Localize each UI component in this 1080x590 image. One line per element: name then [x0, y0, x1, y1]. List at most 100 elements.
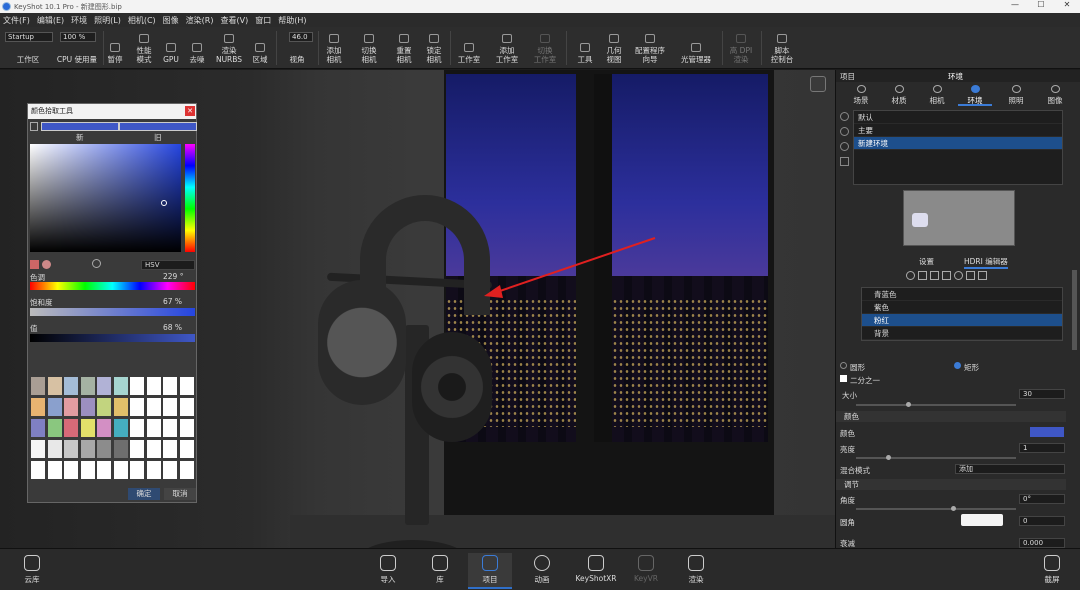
image-pin-icon[interactable]: [930, 271, 939, 280]
color-swatch-cell[interactable]: [46, 376, 63, 396]
import-button[interactable]: 导入: [366, 553, 410, 589]
tab-material[interactable]: 材质: [882, 84, 916, 106]
hue-value[interactable]: 229 °: [163, 272, 183, 281]
pause-button[interactable]: 暂停: [104, 27, 126, 69]
color-swatch-cell[interactable]: [63, 376, 79, 396]
wheel-mode-icon[interactable]: [42, 260, 51, 269]
color-swatch-cell[interactable]: [30, 439, 46, 459]
color-swatch-cell[interactable]: [178, 418, 195, 438]
color-swatch-cell[interactable]: [30, 418, 46, 438]
angle-slider-knob[interactable]: [951, 506, 956, 511]
menu-window[interactable]: 窗口: [255, 15, 271, 26]
brightness-slider-knob[interactable]: [886, 455, 891, 460]
menu-render[interactable]: 渲染(R): [186, 15, 214, 26]
viewport-settings-icon[interactable]: [810, 76, 826, 92]
color-swatch-cell[interactable]: [79, 418, 96, 438]
workspace-button[interactable]: 工作区: [10, 27, 46, 69]
color-swatch-cell[interactable]: [79, 439, 96, 459]
color-swatch-cell[interactable]: [46, 460, 63, 480]
high-dpi-render-button[interactable]: 高 DPI 渲染: [725, 27, 757, 69]
library-button[interactable]: 库: [418, 553, 462, 589]
palette-mode-icon[interactable]: [30, 260, 39, 269]
render-button[interactable]: 渲染: [674, 553, 718, 589]
angle-input[interactable]: 0°: [1019, 494, 1065, 504]
value-slider[interactable]: [30, 334, 195, 342]
color-swatch-cell[interactable]: [112, 439, 129, 459]
color-swatch-cell[interactable]: [145, 376, 162, 396]
menu-help[interactable]: 帮助(H): [278, 15, 306, 26]
env-item-main[interactable]: 主要: [854, 124, 1062, 137]
hue-slider[interactable]: [30, 282, 195, 290]
view-angle-button[interactable]: 视角: [283, 27, 311, 69]
switch-camera-button[interactable]: 切换 相机: [355, 27, 383, 69]
lock-camera-button[interactable]: 锁定 相机: [420, 27, 448, 69]
falloff-input[interactable]: 0.000: [1019, 538, 1065, 548]
color-swatch-cell[interactable]: [46, 397, 63, 417]
color-swatch-cell[interactable]: [129, 439, 145, 459]
duplicate-env-icon[interactable]: [840, 127, 849, 136]
pin-item-pink[interactable]: 粉红: [862, 314, 1062, 327]
keyshotxr-button[interactable]: KeyShotXR: [572, 553, 620, 589]
color-swatch-cell[interactable]: [129, 418, 145, 438]
adjust-section[interactable]: 调节: [836, 479, 1066, 490]
animation-button[interactable]: 动画: [520, 553, 564, 589]
menu-camera[interactable]: 相机(C): [128, 15, 156, 26]
menu-environment[interactable]: 环境: [71, 15, 87, 26]
color-swatch-cell[interactable]: [79, 460, 96, 480]
color-swatch-cell[interactable]: [112, 376, 129, 396]
color-swatch-cell[interactable]: [30, 460, 46, 480]
pin-item-purple[interactable]: 紫色: [862, 301, 1062, 314]
pin-item-background[interactable]: 背景: [862, 327, 1062, 340]
tab-lighting[interactable]: 照明: [999, 84, 1033, 106]
color-swatch-cell[interactable]: [145, 418, 162, 438]
color-swatch-cell[interactable]: [162, 376, 178, 396]
color-swatch-cell[interactable]: [145, 397, 162, 417]
tab-image[interactable]: 图像: [1038, 84, 1072, 106]
color-swatch-cell[interactable]: [30, 376, 46, 396]
saturation-value-field[interactable]: [30, 144, 181, 252]
env-item-default[interactable]: 默认: [854, 111, 1062, 124]
color-swatch-cell[interactable]: [63, 439, 79, 459]
size-slider[interactable]: [856, 404, 1016, 406]
maximize-button[interactable]: ☐: [1028, 0, 1054, 9]
reset-camera-button[interactable]: 重置 相机: [390, 27, 418, 69]
color-swatch-cell[interactable]: [145, 460, 162, 480]
color-swatch-cell[interactable]: [129, 376, 145, 396]
color-swatch-cell[interactable]: [112, 460, 129, 480]
color-swatch-cell[interactable]: [145, 439, 162, 459]
ok-button[interactable]: 确定: [128, 488, 160, 500]
menu-lighting[interactable]: 照明(L): [94, 15, 121, 26]
panel-scrollbar[interactable]: [1072, 270, 1077, 350]
menu-edit[interactable]: 编辑(E): [37, 15, 64, 26]
close-button[interactable]: ✕: [1054, 0, 1080, 9]
add-camera-button[interactable]: 添加 相机: [320, 27, 348, 69]
color-swatch-cell[interactable]: [178, 397, 195, 417]
tab-environment[interactable]: 环境: [958, 84, 992, 106]
menu-file[interactable]: 文件(F): [3, 15, 30, 26]
color-swatch-cell[interactable]: [178, 460, 195, 480]
color-swatch-cell[interactable]: [178, 439, 195, 459]
size-slider-knob[interactable]: [906, 402, 911, 407]
switch-studio-button[interactable]: 切换 工作室: [528, 27, 562, 69]
brightness-input[interactable]: 1: [1019, 443, 1065, 453]
rounding-input[interactable]: 0: [1019, 516, 1065, 526]
color-swatch-cell[interactable]: [162, 439, 178, 459]
color-swatch-cell[interactable]: [63, 397, 79, 417]
delete-env-icon[interactable]: [840, 157, 849, 166]
light-manager-button[interactable]: 光管理器: [675, 27, 717, 69]
color-swatch-cell[interactable]: [162, 397, 178, 417]
size-input[interactable]: 30: [1019, 389, 1065, 399]
pin-icon[interactable]: [918, 271, 927, 280]
half-checkbox[interactable]: [840, 375, 847, 382]
color-swatch-cell[interactable]: [46, 418, 63, 438]
color-swatch-cell[interactable]: [63, 460, 79, 480]
saturation-value[interactable]: 67 %: [163, 297, 182, 306]
configurator-wizard-button[interactable]: 配置程序 向导: [630, 27, 670, 69]
denoise-button[interactable]: 去噪: [185, 27, 209, 69]
blend-mode-select[interactable]: 添加: [955, 464, 1065, 474]
color-mode-select[interactable]: HSV: [141, 260, 195, 270]
color-swatch-cell[interactable]: [63, 418, 79, 438]
menu-image[interactable]: 图像: [163, 15, 179, 26]
performance-mode-button[interactable]: 性能 模式: [130, 27, 158, 69]
hdri-preview[interactable]: [903, 190, 1015, 246]
